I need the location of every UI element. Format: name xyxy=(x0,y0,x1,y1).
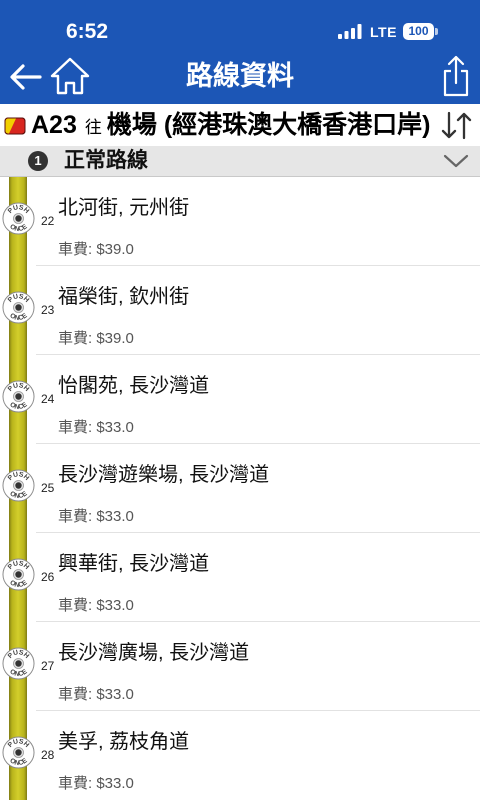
fare-label: 車費: xyxy=(58,597,93,614)
route-number: A23 xyxy=(31,111,77,139)
stop-row[interactable]: PUSH ONCE 24 怡閣苑, 長沙灣道 車費: $33.0 xyxy=(0,355,480,444)
fare-value: $33.0 xyxy=(96,775,134,792)
stop-fare: 車費: $33.0 xyxy=(58,685,134,705)
fare-label: 車費: xyxy=(58,241,93,258)
route-destination: 機場 (經港珠澳大橋香港口岸) xyxy=(106,111,431,139)
stop-row[interactable]: PUSH ONCE 23 福榮街, 欽州街 車費: $39.0 xyxy=(0,266,480,355)
bus-bell-icon: PUSHONCE xyxy=(2,647,35,680)
stop-sequence: 23 xyxy=(41,303,55,317)
bus-bell-icon: PUSHONCE xyxy=(2,291,35,324)
stop-fare: 車費: $39.0 xyxy=(58,240,134,260)
bus-bell-icon: PUSHONCE xyxy=(2,380,35,413)
stop-sequence: 24 xyxy=(41,392,55,406)
fare-value: $39.0 xyxy=(96,241,134,258)
battery-nub xyxy=(435,28,438,35)
section-header[interactable]: 1 正常路線 xyxy=(0,146,480,177)
back-arrow-icon xyxy=(10,64,42,90)
chevron-down-icon[interactable] xyxy=(443,154,469,168)
stop-row[interactable]: PUSH ONCE 22 北河街, 元州街 車費: $39.0 xyxy=(0,177,480,266)
stop-row[interactable]: PUSH ONCE 26 興華街, 長沙灣道 車費: $33.0 xyxy=(0,533,480,622)
page-title: 路線資料 xyxy=(186,61,294,91)
swap-direction-button[interactable] xyxy=(440,111,473,140)
battery-icon: 100 xyxy=(403,23,434,40)
route-header: A23 往機場 (經港珠澳大橋香港口岸) xyxy=(0,104,480,146)
fare-label: 車費: xyxy=(58,419,93,436)
swap-direction-icon xyxy=(441,111,472,140)
stop-sequence: 27 xyxy=(41,659,55,673)
direction-prefix: 往 xyxy=(84,118,102,137)
stop-fare: 車費: $39.0 xyxy=(58,329,134,349)
share-button[interactable] xyxy=(442,54,470,98)
stop-name: 美孚, 荔枝角道 xyxy=(58,731,190,753)
route-title: A23 往機場 (經港珠澳大橋香港口岸) xyxy=(31,104,438,146)
stop-list: PUSH ONCE 22 北河街, 元州街 車費: $39.0 PUSH ONCE 23 福榮街… xyxy=(0,177,480,800)
stop-sequence: 26 xyxy=(41,570,55,584)
section-index-badge: 1 xyxy=(28,151,48,171)
stop-sequence: 28 xyxy=(41,748,55,762)
bus-route-icon xyxy=(4,117,26,135)
fare-value: $33.0 xyxy=(96,597,134,614)
stop-name: 長沙灣遊樂場, 長沙灣道 xyxy=(58,464,270,486)
fare-value: $33.0 xyxy=(96,686,134,703)
fare-label: 車費: xyxy=(58,508,93,525)
fare-value: $33.0 xyxy=(96,508,134,525)
bus-bell-icon: PUSHONCE xyxy=(2,558,35,591)
stop-name: 北河街, 元州街 xyxy=(58,197,190,219)
stop-row[interactable]: PUSH ONCE 25 長沙灣遊樂場, 長沙灣道 車費: $33.0 xyxy=(0,444,480,533)
stop-name: 福榮街, 欽州街 xyxy=(58,286,190,308)
stop-row[interactable]: PUSH ONCE 28 美孚, 荔枝角道 車費: $33.0 xyxy=(0,711,480,800)
back-button[interactable] xyxy=(8,62,44,92)
stop-name: 長沙灣廣場, 長沙灣道 xyxy=(58,642,250,664)
network-type: LTE xyxy=(370,24,397,40)
section-title: 正常路線 xyxy=(64,149,148,172)
stop-fare: 車費: $33.0 xyxy=(58,596,134,616)
cellular-signal-icon xyxy=(338,24,362,39)
home-icon xyxy=(50,57,90,95)
status-time: 6:52 xyxy=(66,20,109,43)
stop-sequence: 25 xyxy=(41,481,55,495)
stop-fare: 車費: $33.0 xyxy=(58,507,134,527)
home-button[interactable] xyxy=(49,56,91,96)
bus-bell-icon: PUSHONCE xyxy=(2,202,35,235)
bus-bell-icon: PUSHONCE xyxy=(2,469,35,502)
battery-level: 100 xyxy=(408,24,429,38)
fare-value: $39.0 xyxy=(96,330,134,347)
share-icon xyxy=(443,55,469,97)
fare-label: 車費: xyxy=(58,686,93,703)
fare-label: 車費: xyxy=(58,775,93,792)
stop-fare: 車費: $33.0 xyxy=(58,774,134,794)
stop-sequence: 22 xyxy=(41,214,55,228)
fare-value: $33.0 xyxy=(96,419,134,436)
stop-row[interactable]: PUSH ONCE 27 長沙灣廣場, 長沙灣道 車費: $33.0 xyxy=(0,622,480,711)
bus-bell-icon: PUSHONCE xyxy=(2,736,35,769)
stop-name: 興華街, 長沙灣道 xyxy=(58,553,210,575)
stop-fare: 車費: $33.0 xyxy=(58,418,134,438)
fare-label: 車費: xyxy=(58,330,93,347)
top-bar: 6:52 LTE 100 路線資料 xyxy=(0,0,480,104)
stops-container: PUSH ONCE 22 北河街, 元州街 車費: $39.0 PUSH ONCE 23 福榮街… xyxy=(0,177,480,800)
stop-name: 怡閣苑, 長沙灣道 xyxy=(58,375,210,397)
